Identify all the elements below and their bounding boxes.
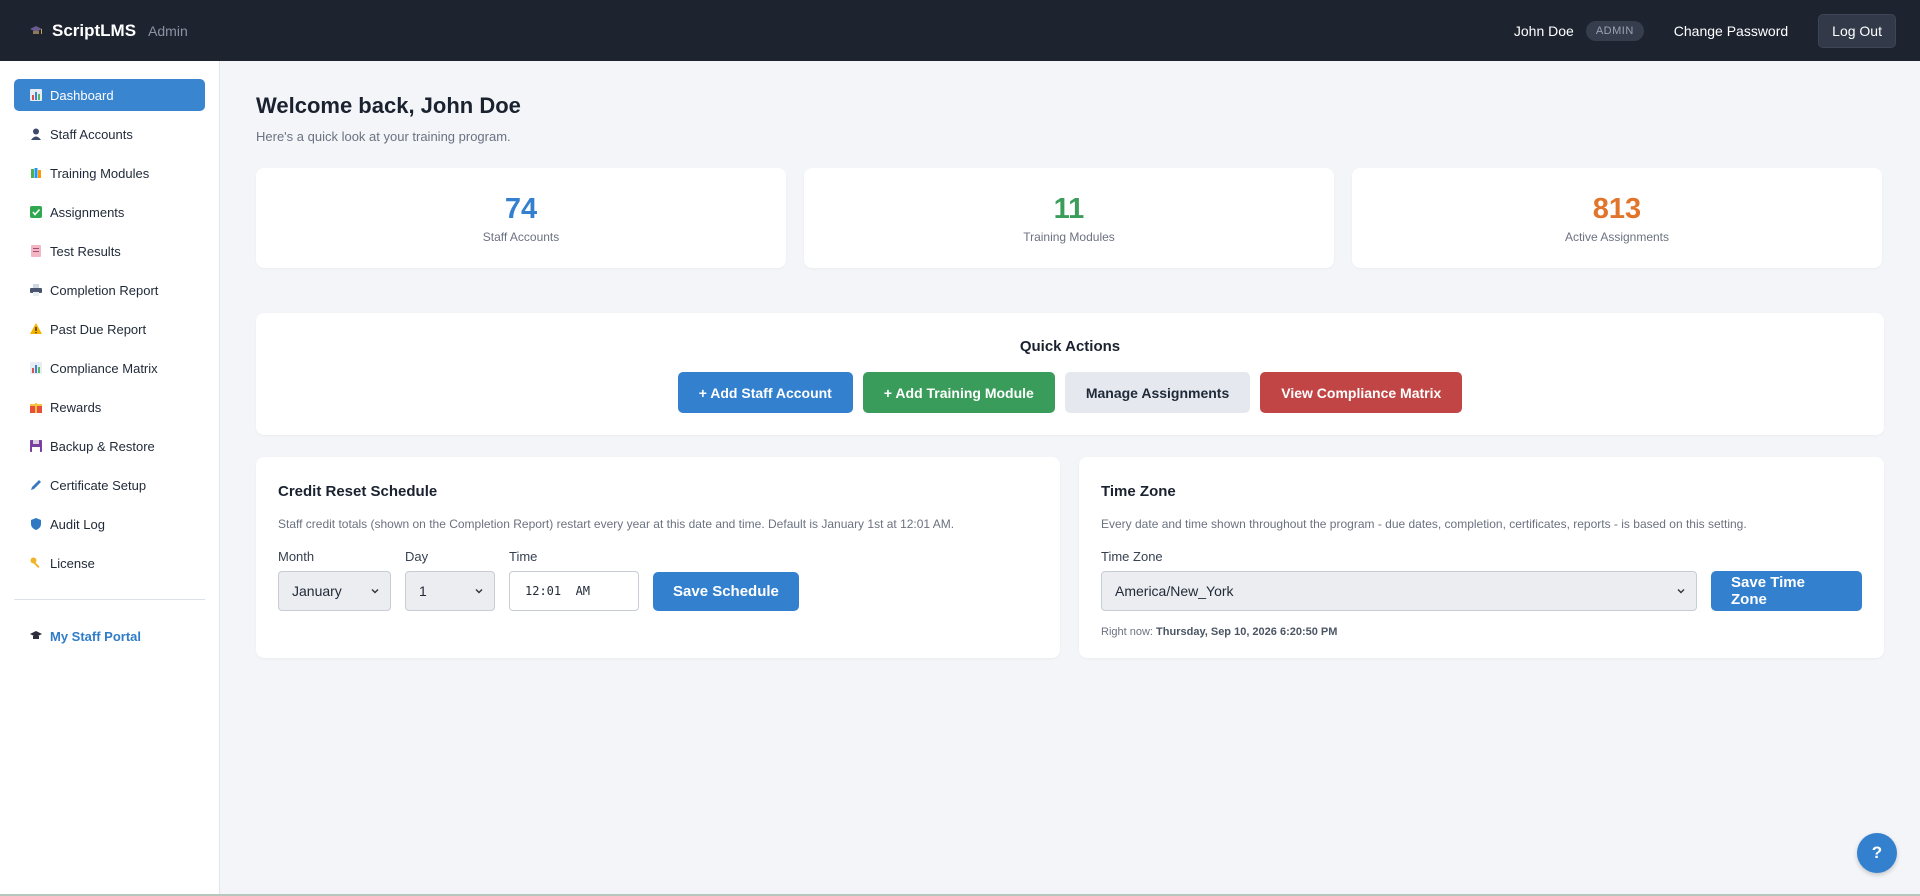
brand[interactable]: ScriptLMS Admin [28, 21, 188, 41]
time-zone-value: America/New_York [1115, 583, 1234, 599]
day-select[interactable]: 1 [405, 571, 495, 611]
chevron-down-icon [370, 586, 380, 596]
manage-assignments-button[interactable]: Manage Assignments [1064, 372, 1251, 413]
add-staff-account-button[interactable]: + Add Staff Account [677, 372, 853, 413]
time-zone-card: Time Zone Every date and time shown thro… [1079, 457, 1884, 658]
sidebar-item-label: Rewards [50, 399, 102, 415]
printer-icon [29, 284, 42, 297]
sidebar-item-label: Past Due Report [50, 321, 147, 337]
key-icon [29, 557, 42, 570]
change-password-link[interactable]: Change Password [1674, 23, 1788, 39]
floppy-icon [29, 440, 42, 453]
sidebar-item-my-staff-portal[interactable]: My Staff Portal [14, 620, 205, 652]
bar-chart-icon [29, 362, 42, 375]
sidebar-item-license[interactable]: License [14, 547, 205, 579]
credit-reset-title: Credit Reset Schedule [278, 483, 438, 500]
stat-value: 74 [504, 192, 538, 225]
current-time-label: Right now: [1101, 626, 1153, 638]
sidebar-item-label: Certificate Setup [50, 477, 147, 493]
time-zone-description: Every date and time shown throughout the… [1101, 517, 1747, 531]
quick-actions-panel: Quick Actions + Add Staff Account + Add … [256, 313, 1884, 435]
books-icon [29, 167, 42, 180]
save-schedule-button[interactable]: Save Schedule [653, 572, 799, 611]
save-time-zone-button[interactable]: Save Time Zone [1711, 571, 1862, 611]
sidebar-item-compliance-matrix[interactable]: Compliance Matrix [14, 352, 205, 384]
add-training-module-button[interactable]: + Add Training Module [862, 372, 1055, 413]
stat-card-staff-accounts: 74 Staff Accounts [256, 168, 786, 268]
day-value: 1 [419, 583, 427, 599]
sidebar-item-staff-accounts[interactable]: Staff Accounts [14, 118, 205, 150]
sidebar-divider [14, 599, 205, 600]
time-zone-title: Time Zone [1101, 483, 1176, 500]
help-button[interactable]: ? [1857, 833, 1897, 873]
stat-value: 813 [1592, 192, 1642, 225]
credit-reset-description: Staff credit totals (shown on the Comple… [278, 517, 955, 531]
warning-icon [29, 323, 42, 336]
role-badge: ADMIN [1585, 20, 1644, 41]
sidebar-item-test-results[interactable]: Test Results [14, 235, 205, 267]
graduation-cap-icon [29, 630, 42, 643]
time-input[interactable]: 12:01 AM [509, 571, 639, 611]
notes-icon [29, 245, 42, 258]
sidebar-item-label: Assignments [50, 204, 125, 220]
sidebar-item-label: License [50, 555, 95, 571]
sidebar-item-training-modules[interactable]: Training Modules [14, 157, 205, 189]
month-select[interactable]: January [278, 571, 391, 611]
view-compliance-matrix-button[interactable]: View Compliance Matrix [1260, 372, 1463, 413]
sidebar-item-rewards[interactable]: Rewards [14, 391, 205, 423]
checkbox-icon [29, 206, 42, 219]
sidebar-item-label: Compliance Matrix [50, 360, 158, 376]
sidebar-item-label: Test Results [50, 243, 121, 259]
stat-label: Training Modules [1023, 229, 1115, 244]
graduation-cap-icon [28, 23, 44, 39]
page-subtitle: Here's a quick look at your training pro… [256, 129, 511, 144]
person-icon [29, 128, 42, 141]
sidebar-item-label: Backup & Restore [50, 438, 155, 454]
credit-reset-card: Credit Reset Schedule Staff credit total… [256, 457, 1060, 658]
sidebar-item-past-due-report[interactable]: Past Due Report [14, 313, 205, 345]
current-time: Right now: Thursday, Sep 10, 2026 6:20:5… [1101, 626, 1862, 638]
current-time-value: Thursday, Sep 10, 2026 6:20:50 PM [1156, 626, 1338, 638]
stat-value: 11 [1053, 192, 1085, 225]
sidebar-item-assignments[interactable]: Assignments [14, 196, 205, 228]
quick-actions-title: Quick Actions [1019, 338, 1121, 355]
sidebar-item-audit-log[interactable]: Audit Log [14, 508, 205, 540]
chevron-down-icon [1676, 586, 1686, 596]
sidebar-item-backup-restore[interactable]: Backup & Restore [14, 430, 205, 462]
sidebar-item-label: Staff Accounts [50, 126, 133, 142]
day-label: Day [405, 549, 429, 564]
top-bar: ScriptLMS Admin John Doe ADMIN Change Pa… [0, 0, 1920, 61]
time-zone-label: Time Zone [1101, 549, 1163, 564]
sidebar-item-dashboard[interactable]: Dashboard [14, 79, 205, 111]
app-name: ScriptLMS [52, 20, 137, 40]
stat-card-active-assignments: 813 Active Assignments [1352, 168, 1882, 268]
sidebar-item-certificate-setup[interactable]: Certificate Setup [14, 469, 205, 501]
sidebar-item-label: My Staff Portal [50, 628, 142, 644]
chart-icon [29, 89, 42, 102]
app-role: Admin [148, 22, 188, 39]
sidebar-item-label: Audit Log [50, 516, 105, 532]
logout-button[interactable]: Log Out [1818, 13, 1896, 48]
user-name: John Doe [1513, 22, 1574, 39]
gift-icon [29, 401, 42, 414]
sidebar-item-label: Completion Report [50, 282, 159, 298]
sidebar-item-completion-report[interactable]: Completion Report [14, 274, 205, 306]
page-title: Welcome back, John Doe [256, 93, 521, 118]
main-content: Welcome back, John Doe Here's a quick lo… [256, 61, 1884, 658]
stat-card-training-modules: 11 Training Modules [804, 168, 1334, 268]
sidebar-item-label: Dashboard [50, 87, 114, 103]
pen-icon [29, 479, 42, 492]
stat-label: Active Assignments [1564, 229, 1670, 244]
stats-row: 74 Staff Accounts 11 Training Modules 81… [256, 168, 1882, 268]
stat-label: Staff Accounts [482, 229, 560, 244]
month-value: January [292, 583, 342, 599]
sidebar-item-label: Training Modules [50, 165, 150, 181]
time-zone-select[interactable]: America/New_York [1101, 571, 1697, 611]
shield-icon [29, 518, 42, 531]
month-label: Month [278, 549, 315, 564]
time-label: Time [509, 549, 538, 564]
sidebar: Dashboard Staff Accounts Training Module… [0, 61, 220, 896]
chevron-down-icon [474, 586, 484, 596]
